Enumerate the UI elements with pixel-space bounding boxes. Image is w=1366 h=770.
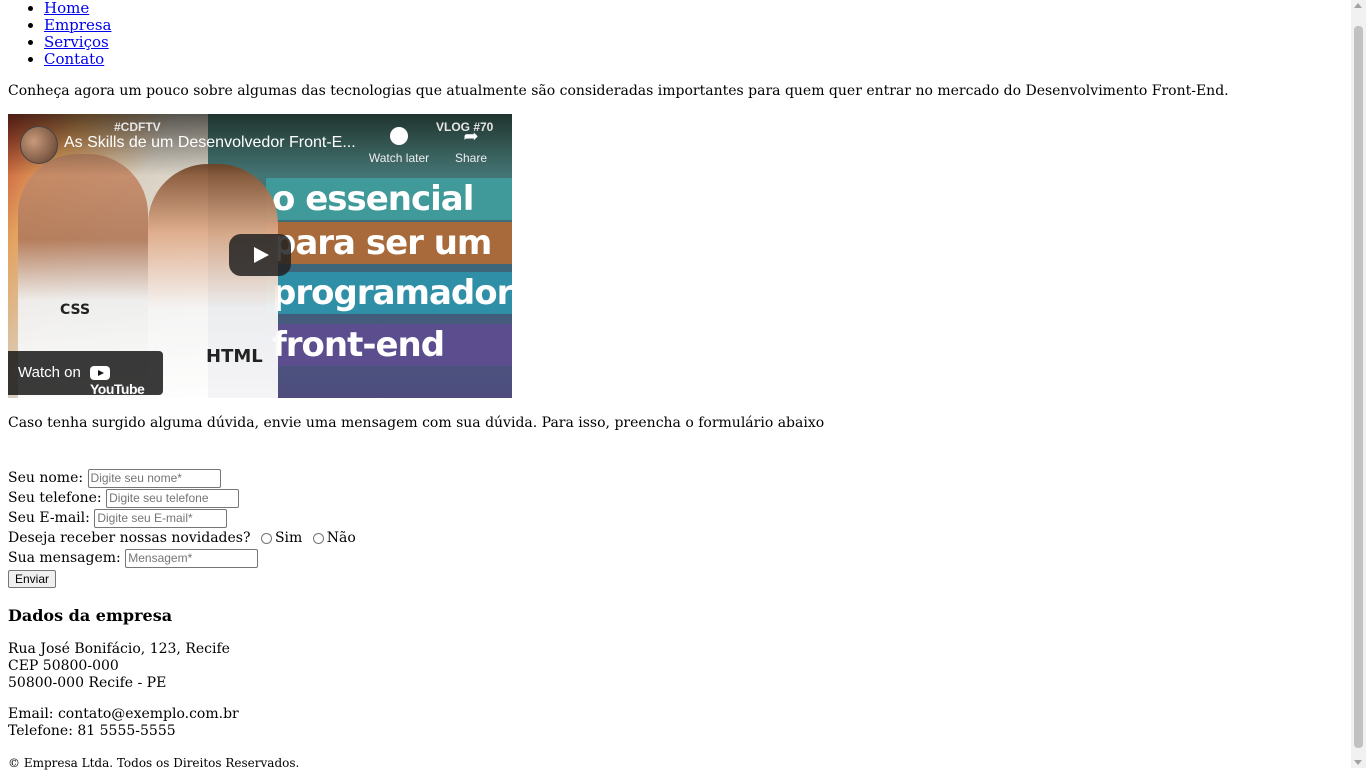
vertical-scrollbar[interactable] bbox=[1351, 0, 1366, 768]
message-label: Sua mensagem: bbox=[8, 550, 121, 566]
nav-item-servicos: Serviços bbox=[44, 34, 1343, 51]
thumb-text-band: front-end bbox=[266, 324, 512, 366]
newsletter-no-radio[interactable] bbox=[312, 532, 324, 544]
scrollbar-thumb[interactable] bbox=[1354, 26, 1363, 748]
nav-link-empresa[interactable]: Empresa bbox=[44, 16, 111, 34]
nav-item-home: Home bbox=[44, 0, 1343, 17]
scroll-up-arrow-icon[interactable] bbox=[1354, 3, 1362, 8]
channel-avatar[interactable] bbox=[20, 126, 58, 164]
newsletter-no-label: Não bbox=[326, 530, 356, 546]
thumb-text-band: para ser um bbox=[266, 222, 512, 264]
phone-label: Seu telefone: bbox=[8, 490, 102, 506]
email-label: Seu E-mail: bbox=[8, 510, 90, 526]
company-contact: Email: contato@exemplo.com.br Telefone: … bbox=[8, 706, 1343, 740]
email-row: Seu E-mail: bbox=[8, 508, 1343, 528]
name-row: Seu nome: bbox=[8, 468, 1343, 488]
watch-later-button[interactable]: Watch later bbox=[364, 124, 434, 165]
newsletter-label: Deseja receber nossas novidades? bbox=[8, 530, 251, 546]
share-icon: ➦ bbox=[463, 126, 479, 146]
nav-link-home[interactable]: Home bbox=[44, 0, 89, 17]
email-input[interactable] bbox=[94, 508, 228, 528]
clock-icon bbox=[390, 127, 408, 145]
video-tag-left: #CDFTV bbox=[114, 120, 161, 134]
contact-form: Seu nome: Seu telefone: Seu E-mail: Dese… bbox=[8, 468, 1343, 588]
message-input[interactable] bbox=[125, 548, 259, 568]
phone-input[interactable] bbox=[106, 488, 240, 508]
submit-row: Enviar bbox=[8, 568, 1343, 588]
intro-text: Conheça agora um pouco sobre algumas das… bbox=[8, 83, 1229, 99]
address-line-2: CEP 50800-000 bbox=[8, 658, 119, 674]
newsletter-row: Deseja receber nossas novidades? Sim Não bbox=[8, 528, 1343, 548]
youtube-embed[interactable]: o essencial para ser um programador fron… bbox=[8, 114, 512, 398]
main-nav: Home Empresa Serviços Contato bbox=[8, 0, 1343, 68]
address-line-3: 50800-000 Recife - PE bbox=[8, 675, 167, 691]
company-info: Rua José Bonifácio, 123, Recife CEP 5080… bbox=[8, 641, 1343, 740]
phone-row: Seu telefone: bbox=[8, 488, 1343, 508]
thumb-text-band: programador bbox=[266, 272, 512, 314]
nav-link-contato[interactable]: Contato bbox=[44, 50, 104, 68]
newsletter-yes-label: Sim bbox=[274, 530, 303, 546]
share-button[interactable]: ➦ Share bbox=[436, 124, 506, 165]
scroll-down-arrow-icon[interactable] bbox=[1354, 760, 1362, 765]
thumb-css-badge: CSS bbox=[60, 302, 91, 318]
watch-later-label: Watch later bbox=[368, 151, 430, 165]
company-address: Rua José Bonifácio, 123, Recife CEP 5080… bbox=[8, 641, 1343, 692]
newsletter-yes-radio[interactable] bbox=[260, 532, 272, 544]
share-label: Share bbox=[454, 151, 488, 165]
company-email: Email: contato@exemplo.com.br bbox=[8, 706, 239, 722]
watch-on-youtube-button[interactable]: Watch on YouTube bbox=[8, 351, 163, 397]
address-line-1: Rua José Bonifácio, 123, Recife bbox=[8, 641, 230, 657]
thumb-html-badge: HTML bbox=[206, 346, 263, 367]
thumb-text-band: o essencial bbox=[266, 178, 512, 220]
nav-item-empresa: Empresa bbox=[44, 17, 1343, 34]
name-input[interactable] bbox=[87, 468, 221, 488]
play-button[interactable] bbox=[229, 234, 291, 276]
video-title[interactable]: As Skills de um Desenvolvedor Front-E... bbox=[64, 134, 356, 152]
nav-link-servicos[interactable]: Serviços bbox=[44, 33, 109, 51]
name-label: Seu nome: bbox=[8, 470, 84, 486]
message-row: Sua mensagem: bbox=[8, 548, 1343, 568]
nav-item-contato: Contato bbox=[44, 51, 1343, 68]
youtube-play-icon bbox=[90, 366, 110, 380]
youtube-logo: YouTube bbox=[90, 365, 163, 397]
page: Home Empresa Serviços Contato Conheça ag… bbox=[0, 0, 1351, 770]
watch-on-label: Watch on bbox=[18, 364, 81, 381]
question-prompt: Caso tenha surgido alguma dúvida, envie … bbox=[8, 415, 825, 431]
company-phone: Telefone: 81 5555-5555 bbox=[8, 723, 176, 739]
submit-button[interactable]: Enviar bbox=[8, 570, 57, 588]
company-heading: Dados da empresa bbox=[8, 606, 173, 625]
